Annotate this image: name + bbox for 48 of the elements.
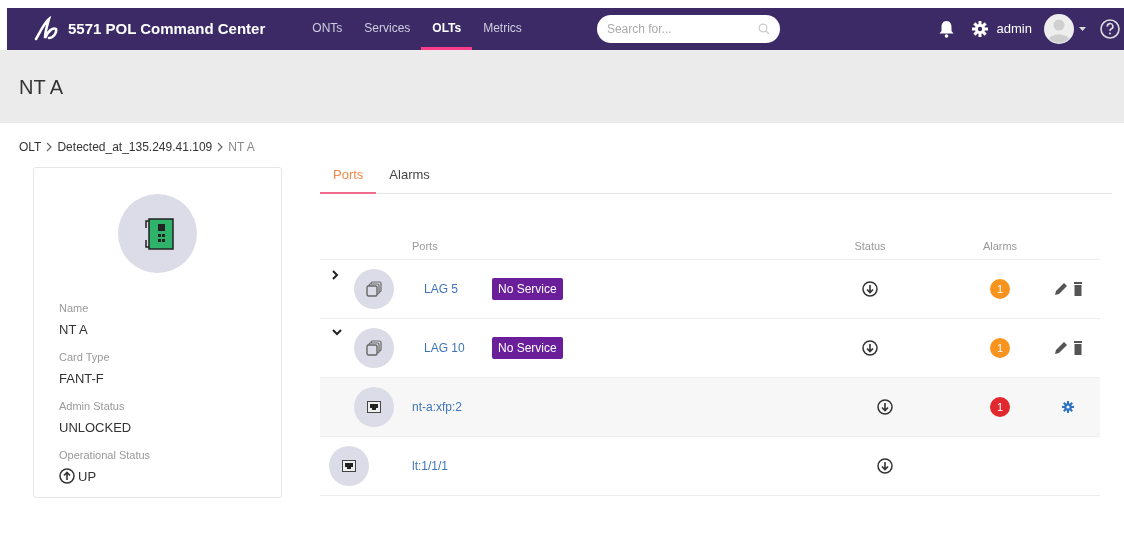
stack-icon [366, 340, 382, 356]
alarm-count: 1 [990, 397, 1010, 417]
status-badge: No Service [492, 278, 563, 300]
nav-link[interactable]: ONTs [301, 8, 354, 50]
status-badge: No Service [492, 337, 563, 359]
caret-icon[interactable] [1079, 27, 1086, 31]
delete-icon[interactable] [1072, 340, 1084, 356]
column-header: Ports [412, 238, 439, 254]
app-title: 5571 POL Command Center [68, 18, 266, 39]
logo-icon [33, 16, 59, 42]
bell-icon[interactable] [937, 20, 955, 38]
port-link[interactable]: nt-a:xfp:2 [412, 398, 480, 416]
port-link[interactable]: LAG 10 [424, 339, 492, 357]
nav-link[interactable]: Services [353, 8, 422, 50]
edit-icon[interactable] [1053, 340, 1069, 356]
ethernet-port-icon [342, 460, 356, 472]
stack-icon [366, 281, 382, 297]
field-value: FANT-F [59, 369, 104, 388]
help-icon[interactable] [1100, 19, 1120, 39]
field-label: Name [59, 301, 90, 316]
field-value: UP [78, 467, 97, 486]
avatar-icon[interactable] [1044, 14, 1074, 44]
edit-icon[interactable] [1053, 281, 1069, 297]
field-label: Admin Status [59, 399, 126, 414]
field-value: NT A [59, 320, 88, 339]
nav-link[interactable]: Metrics [472, 8, 533, 50]
alarm-count: 1 [990, 338, 1010, 358]
page-title: NT A [19, 74, 64, 100]
chevron-right-icon [46, 142, 53, 152]
ethernet-port-icon [367, 401, 381, 413]
tab[interactable]: Alarms [376, 158, 443, 194]
field-label: Operational Status [59, 448, 152, 463]
breadcrumb-current: NT A [228, 139, 255, 156]
chevron-right-icon [217, 142, 224, 152]
field-value: UNLOCKED [59, 418, 132, 437]
port-link[interactable]: lt:1/1/1 [412, 457, 480, 475]
column-header: Status [853, 238, 887, 254]
settings-icon[interactable] [971, 21, 988, 37]
field-label: Card Type [59, 350, 111, 365]
username[interactable]: admin [996, 19, 1032, 39]
alarm-count: 1 [990, 279, 1010, 299]
port-link[interactable]: LAG 5 [424, 280, 492, 298]
breadcrumb-link[interactable]: OLT [19, 138, 42, 156]
search-icon [757, 23, 770, 35]
search-field[interactable]: Search for... [596, 15, 780, 43]
breadcrumb-link[interactable]: Detected_at_135.249.41.109 [57, 138, 213, 156]
delete-icon[interactable] [1072, 281, 1084, 297]
column-header: Alarms [981, 238, 1019, 254]
